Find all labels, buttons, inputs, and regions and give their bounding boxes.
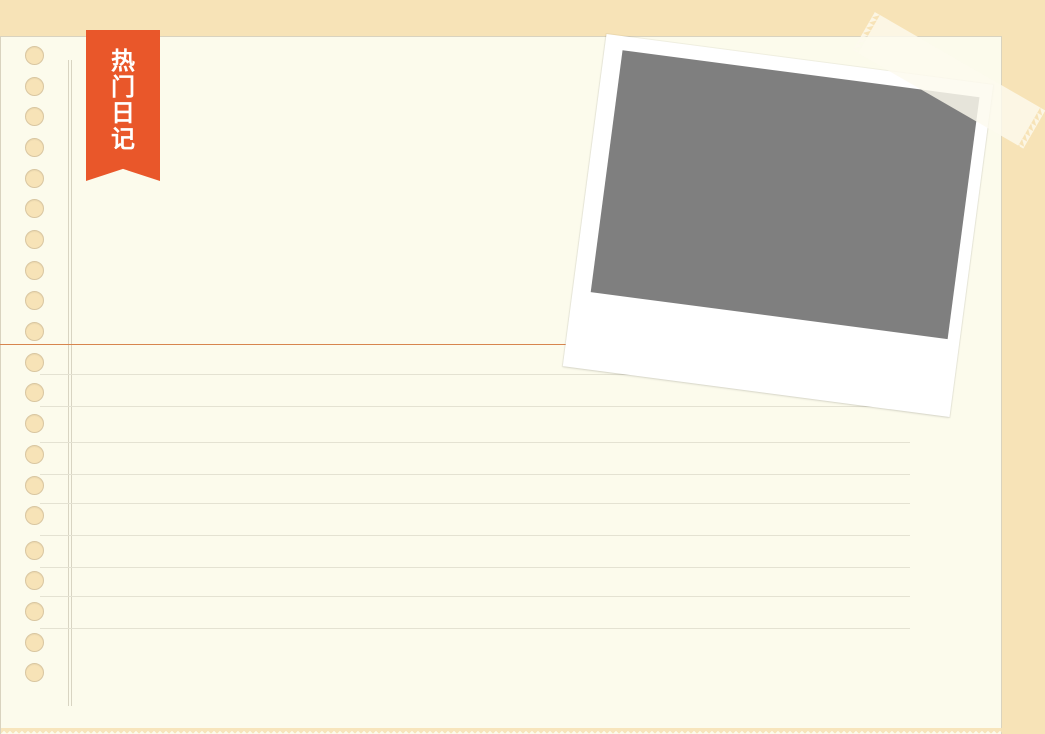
ruled-line bbox=[40, 442, 910, 443]
binder-hole-icon bbox=[25, 633, 44, 652]
binder-hole-icon bbox=[25, 77, 44, 96]
ruled-line bbox=[40, 567, 910, 568]
margin-line bbox=[68, 60, 72, 706]
binder-hole-icon bbox=[25, 169, 44, 188]
ruled-line bbox=[40, 406, 910, 407]
ribbon-label: 热门日记 bbox=[111, 47, 135, 153]
binder-hole-icon bbox=[25, 476, 44, 495]
binder-hole-icon bbox=[25, 602, 44, 621]
paper-zigzag-edge bbox=[1, 728, 1003, 734]
binder-hole-icon bbox=[25, 414, 44, 433]
binder-hole-icon bbox=[25, 46, 44, 65]
binder-hole-icon bbox=[25, 383, 44, 402]
binder-hole-icon bbox=[25, 291, 44, 310]
binder-hole-icon bbox=[25, 107, 44, 126]
ruled-line bbox=[40, 503, 910, 504]
hot-diary-ribbon: 热门日记 bbox=[86, 30, 160, 181]
binder-hole-icon bbox=[25, 199, 44, 218]
photo-placeholder[interactable] bbox=[590, 50, 980, 340]
ruled-line bbox=[40, 596, 910, 597]
binder-hole-icon bbox=[25, 663, 44, 682]
ruled-line bbox=[40, 474, 910, 475]
ruled-line bbox=[40, 628, 910, 629]
binder-hole-icon bbox=[25, 138, 44, 157]
binder-hole-icon bbox=[25, 353, 44, 372]
binder-hole-icon bbox=[25, 506, 44, 525]
binder-hole-icon bbox=[25, 261, 44, 280]
binder-hole-icon bbox=[25, 230, 44, 249]
binder-hole-icon bbox=[25, 322, 44, 341]
binder-hole-icon bbox=[25, 445, 44, 464]
ruled-line bbox=[40, 535, 910, 536]
binder-hole-icon bbox=[25, 541, 44, 560]
header-rule bbox=[0, 344, 600, 345]
binder-hole-icon bbox=[25, 571, 44, 590]
